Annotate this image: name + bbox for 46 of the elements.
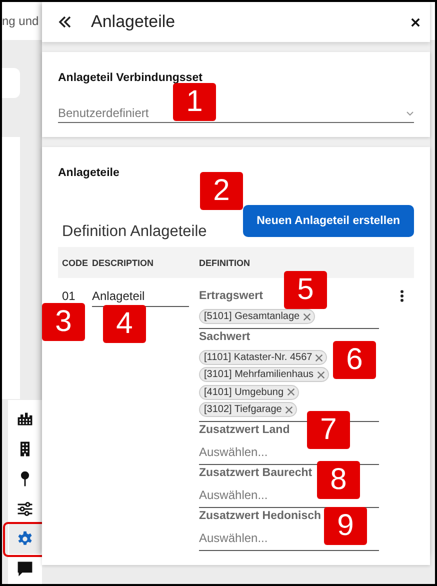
field-label: Zusatzwert Hedonisch xyxy=(199,509,322,524)
collapse-icon[interactable] xyxy=(58,16,72,28)
section-label: Anlageteil Verbindungsset xyxy=(58,72,204,84)
callout-badge: 9 xyxy=(324,507,367,545)
field-label: Zusatzwert Land xyxy=(199,423,290,438)
callout-badge: 4 xyxy=(103,305,146,343)
select-field[interactable]: Auswählen... xyxy=(199,530,268,546)
settings-icon xyxy=(16,530,34,548)
chat-icon xyxy=(16,560,34,578)
tag-chip[interactable]: [3102] Tiefgarage xyxy=(199,402,297,418)
remove-icon[interactable] xyxy=(302,312,311,320)
field-label: Zusatzwert Baurecht xyxy=(199,466,312,482)
buildings-icon xyxy=(16,410,34,428)
remove-icon[interactable] xyxy=(284,406,293,414)
section-label: Anlageteile xyxy=(58,167,120,179)
callout-badge: 7 xyxy=(307,411,350,449)
callout-badge: 2 xyxy=(200,172,243,210)
column-header: DEFINITION xyxy=(199,258,251,268)
remove-icon[interactable] xyxy=(286,388,295,396)
sliders-icon xyxy=(16,500,34,518)
tag-chip[interactable]: [3101] Mehrfamilienhaus xyxy=(199,367,329,382)
field-label: Ertragswert xyxy=(199,289,263,304)
callout-badge: 3 xyxy=(42,303,85,341)
callout-badge: 5 xyxy=(284,271,327,309)
remove-icon[interactable] xyxy=(316,370,325,379)
chevron-down-icon xyxy=(406,110,414,116)
remove-icon[interactable] xyxy=(315,354,324,362)
drawer-title: Anlageteile xyxy=(91,12,176,32)
more-icon[interactable] xyxy=(400,290,404,302)
create-button[interactable]: Neuen Anlageteil erstellen xyxy=(242,205,414,237)
column-header: CODE xyxy=(61,258,90,268)
table-title: Definition Anlageteile xyxy=(62,223,207,241)
tag-chip[interactable]: [5101] Gesamtanlage xyxy=(199,309,315,324)
tag-chip[interactable]: [4101] Umgebung xyxy=(199,384,299,400)
tag-chip[interactable]: [1101] Kataster-Nr. 4567 xyxy=(199,350,328,365)
select-field[interactable]: Auswählen... xyxy=(199,444,268,460)
callout-badge: 1 xyxy=(173,83,216,121)
page-title: ng und xyxy=(2,14,39,28)
close-icon[interactable] xyxy=(411,18,420,26)
field-label: Sachwert xyxy=(199,330,250,345)
column-header: DESCRIPTION xyxy=(92,258,155,268)
select-value: Benutzerdefiniert xyxy=(58,106,149,120)
select-field[interactable]: Auswählen... xyxy=(199,487,268,504)
callout-badge: 8 xyxy=(317,461,360,499)
table-cell-text: 01 xyxy=(61,288,76,304)
callout-badge: 6 xyxy=(333,341,376,379)
